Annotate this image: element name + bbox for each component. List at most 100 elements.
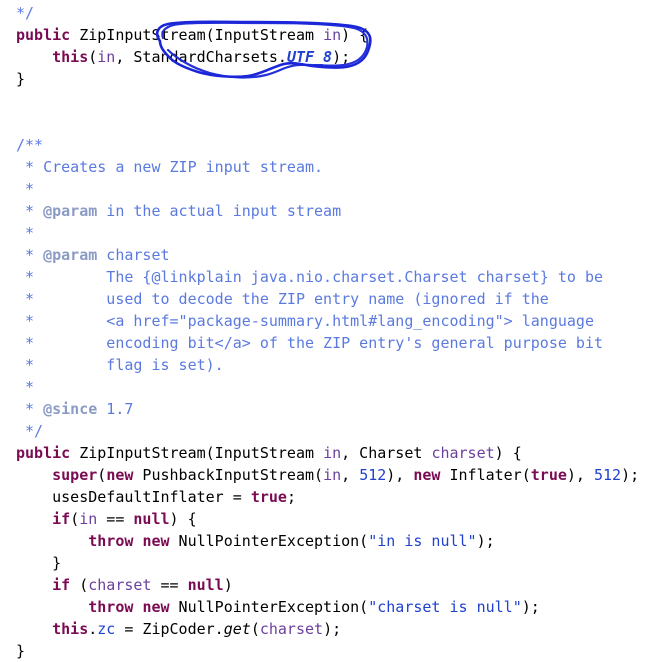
code-token-doc: * encoding bit</a> of the ZIP entry's ge…: [16, 334, 603, 352]
code-token-kw: null: [187, 576, 224, 594]
code-token-kw: this: [52, 48, 89, 66]
code-token-doc: * Creates a new ZIP input stream.: [16, 158, 324, 176]
code-token-plain: ZipInputStream(InputStream: [70, 26, 324, 44]
code-line[interactable]: throw new NullPointerException("charset …: [0, 596, 671, 618]
code-line[interactable]: }: [0, 552, 671, 574]
code-line[interactable]: if (charset == null): [0, 574, 671, 596]
code-token-plain: NullPointerException(: [169, 598, 369, 616]
code-line[interactable]: if(in == null) {: [0, 508, 671, 530]
code-line[interactable]: * encoding bit</a> of the ZIP entry's ge…: [0, 332, 671, 354]
code-token-param: charset: [259, 620, 324, 638]
code-line[interactable]: [0, 90, 671, 112]
code-token-plain: PushbackInputStream(: [133, 466, 324, 484]
code-token-str: "charset is null": [368, 598, 522, 616]
code-token-doc: * <a href="package-summary.html#lang_enc…: [16, 312, 594, 330]
code-line[interactable]: * @param in the actual input stream: [0, 200, 671, 222]
code-line[interactable]: * The {@linkplain java.nio.charset.Chars…: [0, 266, 671, 288]
code-token-plain: ZipInputStream(InputStream: [70, 444, 324, 462]
code-line[interactable]: throw new NullPointerException("in is nu…: [0, 530, 671, 552]
code-token-plain: , Charset: [341, 444, 432, 462]
code-token-doc: */: [16, 422, 44, 440]
code-token-plain: ) {: [169, 510, 197, 528]
code-token-str: "in is null": [368, 532, 477, 550]
code-token-doctag: @param: [43, 202, 98, 220]
code-token-kw: null: [133, 510, 170, 528]
code-line[interactable]: /**: [0, 134, 671, 156]
code-line[interactable]: * <a href="package-summary.html#lang_enc…: [0, 310, 671, 332]
code-line[interactable]: this.zc = ZipCoder.get(charset);: [0, 618, 671, 640]
code-token-param: in: [323, 444, 342, 462]
code-line[interactable]: public ZipInputStream(InputStream in, Ch…: [0, 442, 671, 464]
code-token-plain: , StandardCharsets.: [115, 48, 287, 66]
code-token-plain: Inflater(: [440, 466, 531, 484]
code-line[interactable]: */: [0, 2, 671, 24]
code-line[interactable]: *: [0, 222, 671, 244]
code-token-doctag: @since: [43, 400, 98, 418]
code-token-plain: (: [250, 620, 260, 638]
code-token-plain: }: [16, 554, 62, 572]
code-token-doc: 1.7: [97, 400, 134, 418]
code-token-kw: public: [16, 26, 71, 44]
code-token-plain: usesDefaultInflater =: [16, 488, 251, 506]
code-token-plain: }: [16, 642, 26, 660]
code-line[interactable]: }: [0, 640, 671, 662]
code-token-kw: new: [142, 532, 170, 550]
code-token-plain: ),: [386, 466, 414, 484]
code-line[interactable]: */: [0, 420, 671, 442]
code-line[interactable]: }: [0, 68, 671, 90]
code-token-plain: }: [16, 70, 26, 88]
code-token-plain: );: [621, 466, 640, 484]
code-line[interactable]: this(in, StandardCharsets.UTF_8);: [0, 46, 671, 68]
code-token-param: in: [79, 510, 98, 528]
code-token-kw: throw: [88, 532, 134, 550]
code-token-kw: if: [52, 510, 71, 528]
code-viewer[interactable]: */public ZipInputStream(InputStream in) …: [0, 0, 671, 660]
code-line[interactable]: * used to decode the ZIP entry name (ign…: [0, 288, 671, 310]
code-token-plain: ,: [341, 466, 360, 484]
code-token-kw: new: [106, 466, 134, 484]
code-token-doc: *: [16, 246, 44, 264]
code-line[interactable]: * flag is set).: [0, 354, 671, 376]
code-line[interactable]: * @since 1.7: [0, 398, 671, 420]
code-token-doc: charset: [97, 246, 170, 264]
code-lines-container[interactable]: */public ZipInputStream(InputStream in) …: [0, 0, 671, 662]
code-token-doc: */: [16, 4, 35, 22]
code-token-param: charset: [88, 576, 152, 594]
code-token-doc: *: [16, 224, 35, 242]
code-token-doctag: @param: [43, 246, 98, 264]
code-token-plain: );: [521, 598, 540, 616]
code-token-doc: *: [16, 400, 44, 418]
code-line[interactable]: *: [0, 178, 671, 200]
code-token-static: UTF_8: [286, 48, 333, 66]
code-token-kw: if: [52, 576, 71, 594]
code-token-method-i: get: [223, 620, 251, 638]
code-token-plain: ;: [286, 488, 296, 506]
code-line[interactable]: * @param charset: [0, 244, 671, 266]
code-line[interactable]: usesDefaultInflater = true;: [0, 486, 671, 508]
code-line[interactable]: * Creates a new ZIP input stream.: [0, 156, 671, 178]
code-line[interactable]: public ZipInputStream(InputStream in) {: [0, 24, 671, 46]
code-token-plain: .: [88, 620, 98, 638]
code-token-plain: = ZipCoder.: [115, 620, 224, 638]
code-token-plain: ==: [97, 510, 134, 528]
code-line[interactable]: *: [0, 376, 671, 398]
code-token-param: charset: [431, 444, 495, 462]
code-token-doc: *: [16, 378, 35, 396]
code-token-num: 512: [594, 466, 622, 484]
code-token-doc: *: [16, 202, 44, 220]
code-token-plain: NullPointerException(: [169, 532, 369, 550]
code-line[interactable]: [0, 112, 671, 134]
code-line[interactable]: super(new PushbackInputStream(in, 512), …: [0, 464, 671, 486]
code-token-kw: true: [530, 466, 567, 484]
code-token-param: in: [97, 48, 116, 66]
code-token-plain: (: [70, 576, 89, 594]
code-token-field: zc: [97, 620, 116, 638]
code-token-plain: ) {: [494, 444, 522, 462]
code-token-param: in: [323, 466, 342, 484]
